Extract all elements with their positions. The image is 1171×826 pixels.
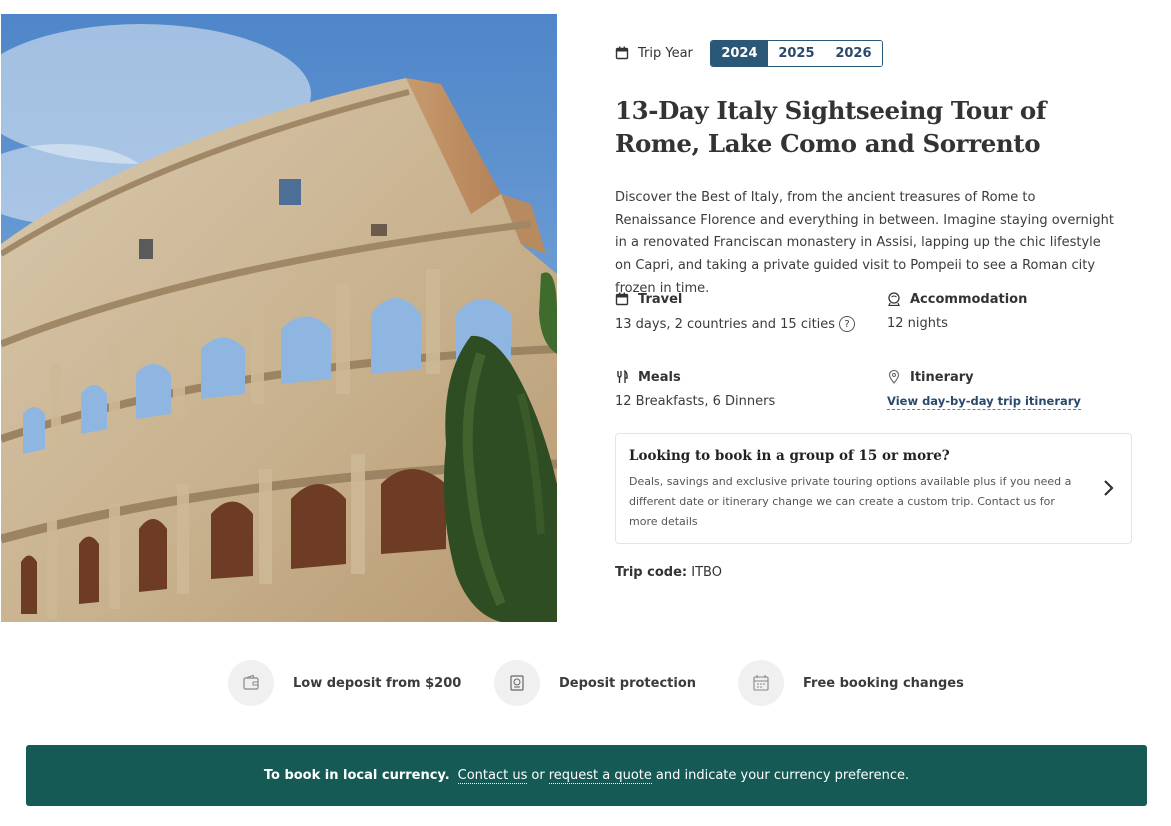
currency-banner: To book in local currency. Contact us or…: [26, 745, 1147, 806]
fact-itinerary: Itinerary View day-by-day trip itinerary: [887, 368, 1147, 410]
feature-label: Free booking changes: [803, 675, 964, 691]
group-booking-text: Deals, savings and exclusive private tou…: [629, 475, 1072, 528]
banner-bold-text: To book in local currency.: [263, 768, 450, 783]
trip-code-value: ITBO: [691, 565, 722, 580]
trip-info-panel: Trip Year 2024 2025 2026 13-Day Italy Si…: [615, 39, 1135, 580]
fact-meals-value: 12 Breakfasts, 6 Dinners: [615, 394, 776, 409]
trip-code: Trip code: ITBO: [615, 565, 722, 580]
fact-accommodation: Accommodation 12 nights: [887, 290, 1147, 332]
fact-meals: Meals 12 Breakfasts, 6 Dinners: [615, 368, 875, 410]
fact-accommodation-value: 12 nights: [887, 316, 948, 331]
itinerary-link[interactable]: View day-by-day trip itinerary: [887, 394, 1081, 410]
feature-label: Deposit protection: [559, 675, 697, 691]
year-option-2025[interactable]: 2025: [767, 40, 825, 66]
feature-badges: Low deposit from $200 Deposit protection…: [228, 660, 988, 706]
fact-travel-value: 13 days, 2 countries and 15 cities: [615, 316, 836, 332]
fact-accommodation-label: Accommodation: [910, 291, 1028, 307]
group-booking-title: Looking to book in a group of 15 or more…: [629, 448, 950, 464]
fact-itinerary-label: Itinerary: [910, 369, 974, 385]
contact-us-link[interactable]: Contact us: [457, 768, 528, 784]
hero-image: [1, 14, 557, 622]
fact-travel-label: Travel: [638, 291, 683, 307]
year-option-2024[interactable]: 2024: [710, 40, 768, 66]
request-quote-link[interactable]: request a quote: [548, 768, 652, 784]
trip-year-label: Trip Year: [638, 45, 693, 61]
banner-text-or: or: [531, 768, 545, 783]
trip-year-toggle: 2024 2025 2026: [709, 39, 883, 67]
cutlery-icon: [617, 370, 628, 383]
trip-code-label: Trip code:: [615, 565, 688, 580]
help-icon[interactable]: ?: [839, 316, 856, 332]
feature-label: Low deposit from $200: [293, 675, 462, 691]
trip-facts: Travel 13 days, 2 countries and 15 citie…: [615, 290, 1135, 415]
passport-icon: [510, 675, 524, 691]
calendar-icon: [615, 292, 629, 306]
accommodation-icon: [888, 292, 900, 306]
trip-title: 13-Day Italy Sightseeing Tour of Rome, L…: [615, 96, 1046, 158]
chevron-right-icon[interactable]: [1102, 478, 1116, 498]
banner-text-tail: and indicate your currency preference.: [655, 768, 910, 783]
fact-meals-label: Meals: [638, 369, 681, 385]
feature-free-changes: Free booking changes: [738, 660, 964, 706]
wallet-icon: [243, 674, 259, 690]
feature-deposit-protection: Deposit protection: [494, 660, 696, 706]
calendar-icon: [615, 46, 629, 60]
trip-year-row: Trip Year 2024 2025 2026: [615, 39, 1135, 67]
year-option-2026[interactable]: 2026: [824, 40, 882, 66]
colosseum-illustration: [1, 14, 557, 622]
calendar-icon: [753, 675, 769, 691]
trip-description: Discover the Best of Italy, from the anc…: [615, 190, 1114, 296]
fact-travel: Travel 13 days, 2 countries and 15 citie…: [615, 290, 875, 332]
group-booking-card[interactable]: Looking to book in a group of 15 or more…: [615, 433, 1132, 544]
map-pin-icon: [888, 370, 900, 384]
feature-low-deposit: Low deposit from $200: [228, 660, 461, 706]
